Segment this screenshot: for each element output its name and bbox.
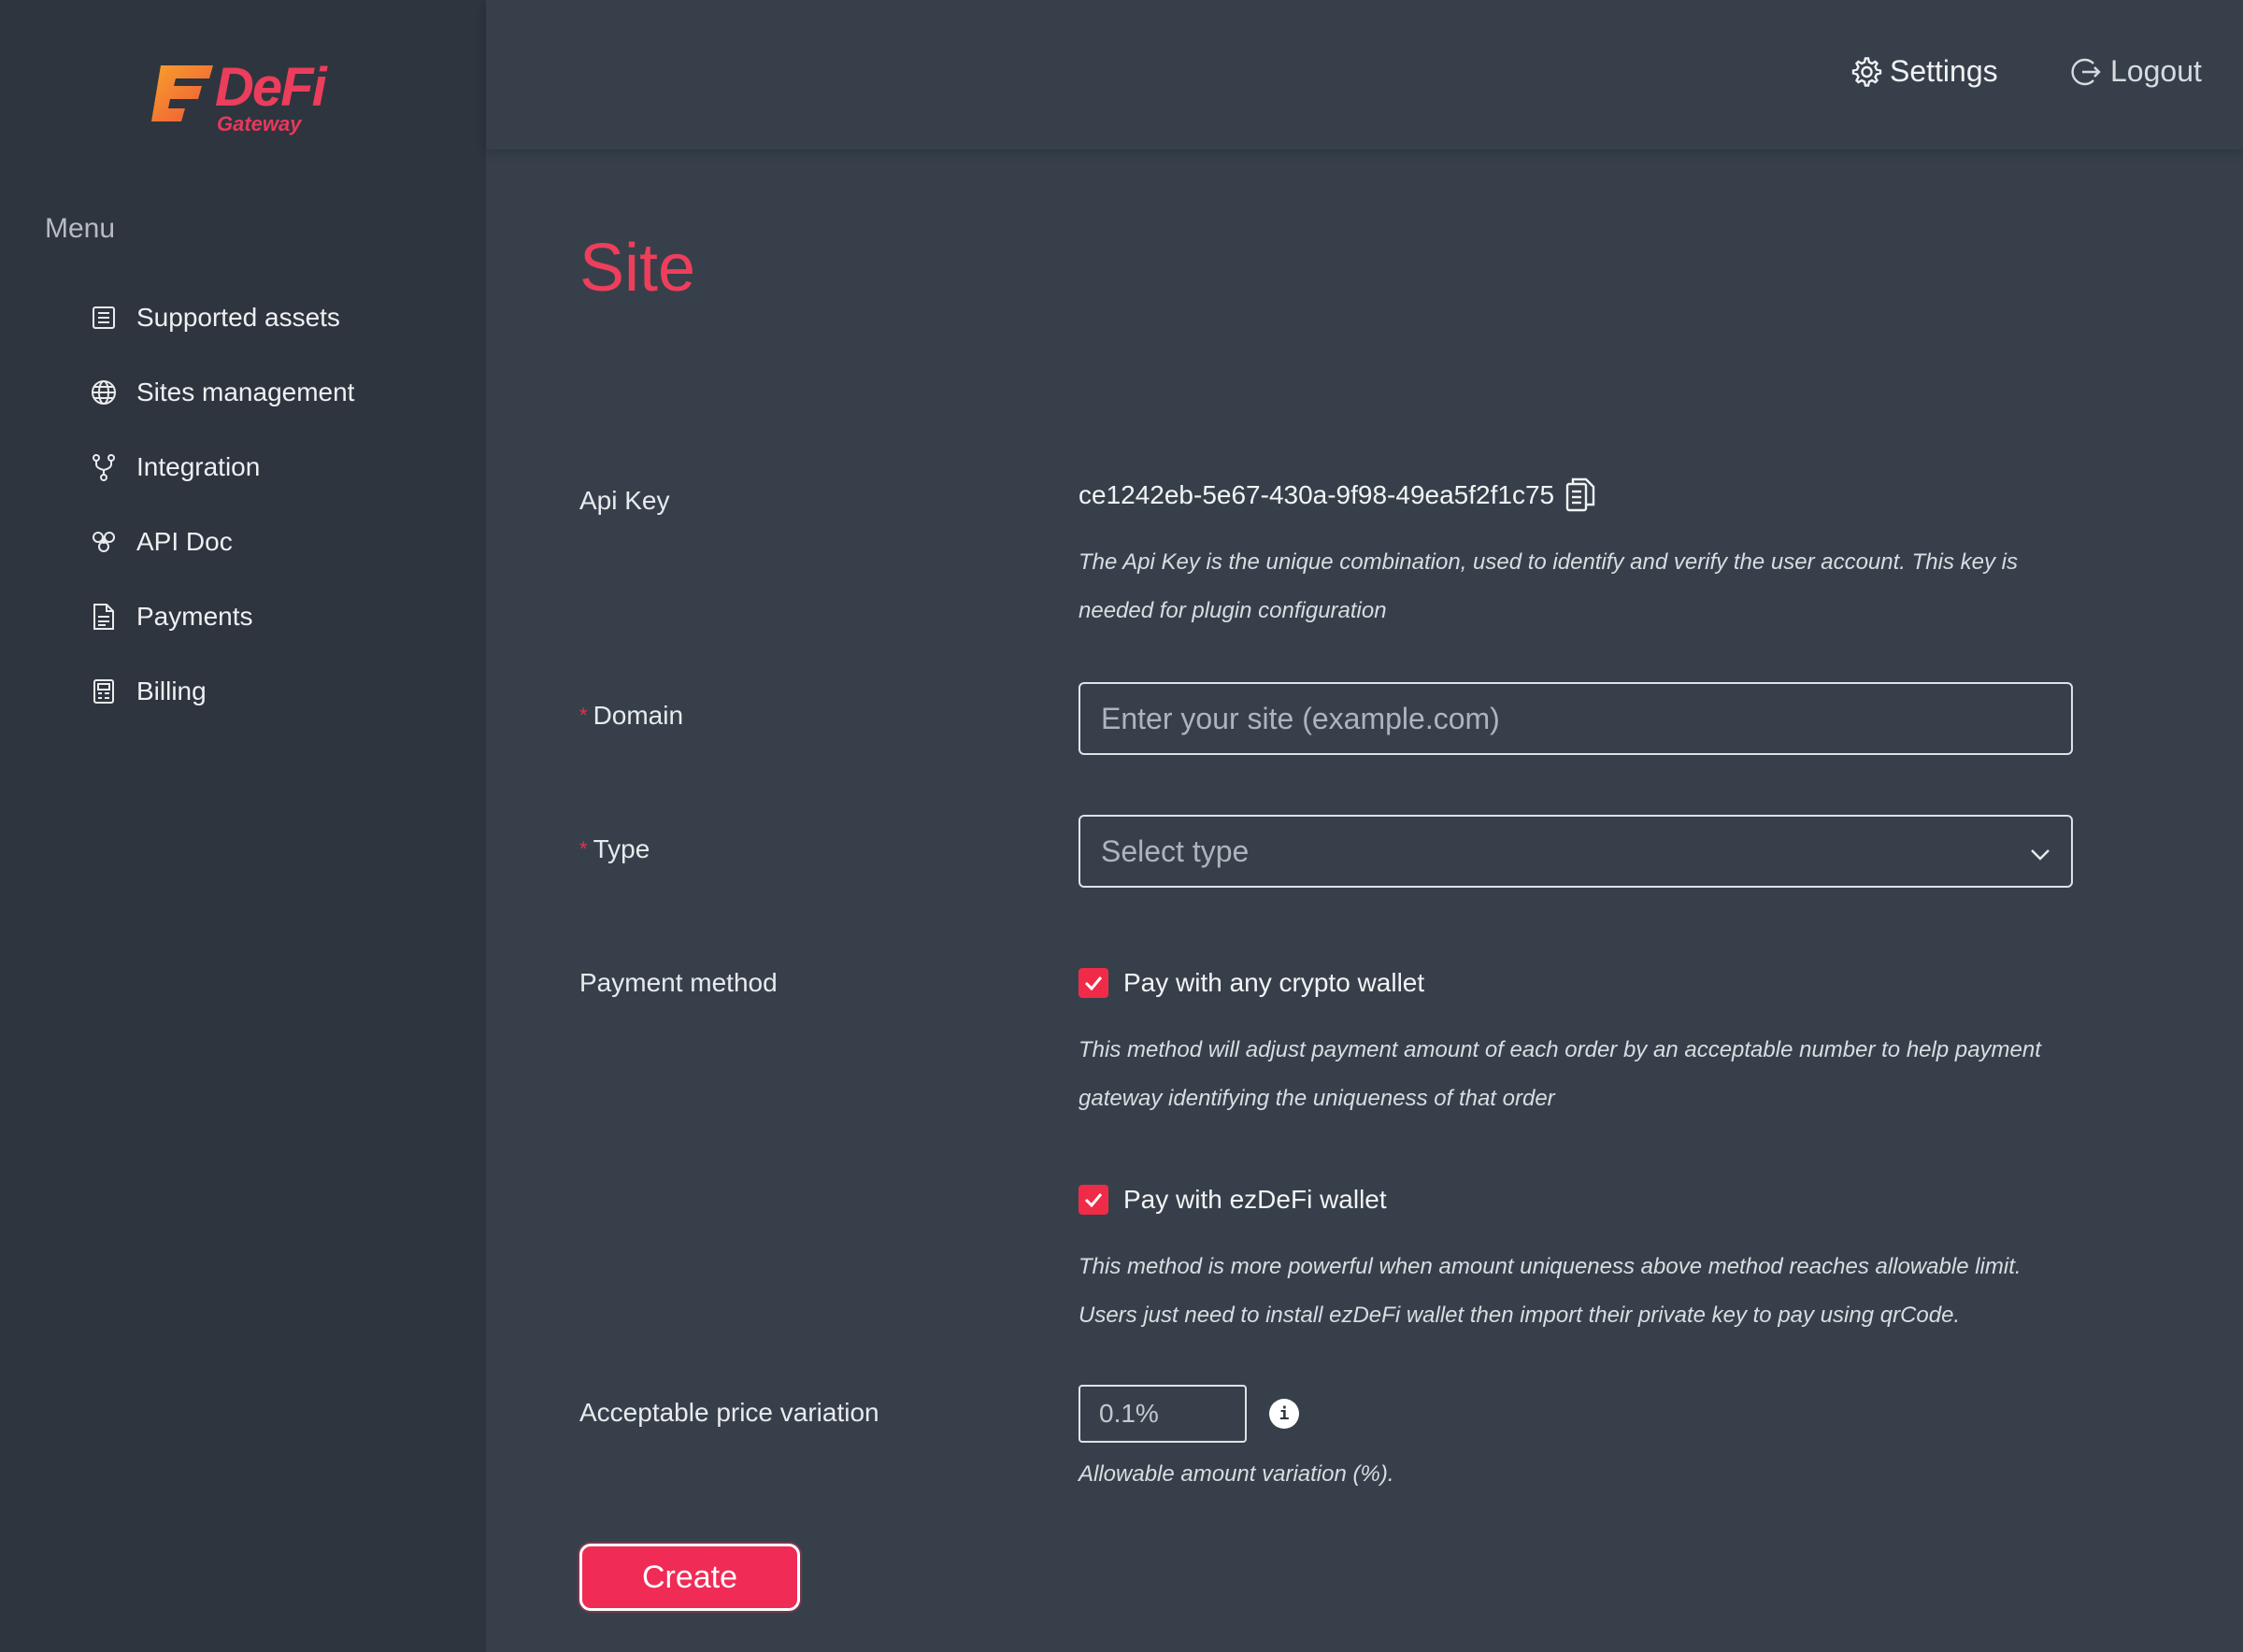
sidebar: DeFi Gateway ez Menu Supported assets	[0, 0, 486, 1652]
info-icon[interactable]: i	[1269, 1399, 1299, 1429]
sidebar-item-label: Supported assets	[136, 303, 340, 332]
sidebar-item-label: Billing	[136, 676, 207, 705]
sidebar-item-sites-management[interactable]: Sites management	[90, 355, 354, 430]
sidebar-item-billing[interactable]: Billing	[90, 654, 354, 729]
type-label: * Type	[579, 834, 650, 864]
globe-icon	[90, 378, 118, 406]
type-label-text: Type	[593, 834, 650, 863]
chevron-down-icon	[2030, 834, 2050, 869]
api-key-label: Api Key	[579, 486, 670, 515]
settings-link[interactable]: Settings	[1850, 54, 1998, 89]
payment-method-label: Payment method	[579, 968, 778, 997]
api-key-value: ce1242eb-5e67-430a-9f98-49ea5f2f1c75	[1079, 480, 1555, 509]
logout-icon	[2071, 56, 2103, 88]
logout-link[interactable]: Logout	[2071, 54, 2202, 89]
domain-field-wrap	[1079, 682, 2073, 755]
pay-any-wallet-help: This method will adjust payment amount o…	[1079, 1037, 2041, 1111]
sidebar-item-api-doc[interactable]: API Doc	[90, 505, 354, 579]
sidebar-item-label: Sites management	[136, 377, 355, 406]
sidebar-item-integration[interactable]: Integration	[90, 430, 354, 505]
settings-label: Settings	[1890, 54, 1998, 88]
price-variation-field-wrap: i	[1079, 1385, 1299, 1443]
menu-heading: Menu	[45, 213, 116, 244]
required-mark: *	[579, 837, 588, 861]
fork-icon	[90, 453, 118, 481]
type-field-wrap: Select type	[1079, 815, 2073, 888]
pay-ezdefi-wallet-checkbox[interactable]: Pay with ezDeFi wallet	[1079, 1185, 1387, 1215]
checkbox-checked-icon[interactable]	[1079, 968, 1108, 998]
domain-input[interactable]	[1079, 682, 2073, 755]
ezdefi-logo[interactable]: DeFi Gateway ez	[148, 57, 344, 142]
domain-label-text: Domain	[593, 701, 684, 730]
price-variation-input[interactable]	[1079, 1385, 1247, 1443]
required-mark: *	[579, 704, 588, 727]
pay-ezdefi-wallet-label: Pay with ezDeFi wallet	[1123, 1185, 1387, 1214]
sidebar-item-supported-assets[interactable]: Supported assets	[90, 280, 354, 355]
domain-label: * Domain	[579, 701, 683, 731]
document-icon	[90, 603, 118, 631]
sidebar-item-label: Integration	[136, 452, 261, 481]
sidebar-item-payments[interactable]: Payments	[90, 579, 354, 654]
copy-icon[interactable]	[1565, 477, 1595, 514]
logout-label: Logout	[2110, 54, 2202, 88]
pay-ezdefi-wallet-help: This method is more powerful when amount…	[1079, 1254, 2022, 1328]
type-select[interactable]: Select type	[1079, 815, 2073, 888]
api-icon	[90, 528, 118, 556]
price-variation-help: Allowable amount variation (%).	[1079, 1461, 1394, 1487]
sidebar-item-label: Payments	[136, 602, 253, 631]
create-button[interactable]: Create	[579, 1544, 800, 1611]
list-icon	[90, 304, 118, 332]
pay-any-wallet-label: Pay with any crypto wallet	[1123, 968, 1425, 997]
type-select-placeholder: Select type	[1101, 833, 1250, 868]
sidebar-menu: Supported assets Sites management Integr…	[90, 280, 354, 729]
checkbox-checked-icon[interactable]	[1079, 1185, 1108, 1215]
api-key-help: The Api Key is the unique combination, u…	[1079, 549, 2018, 623]
pay-any-wallet-checkbox[interactable]: Pay with any crypto wallet	[1079, 968, 1424, 998]
logo-wordmark: DeFi	[215, 57, 327, 118]
receipt-icon	[90, 677, 118, 705]
top-header: Settings Logout	[486, 0, 2243, 150]
price-variation-label: Acceptable price variation	[579, 1398, 879, 1427]
gear-icon	[1850, 56, 1882, 88]
page-title: Site	[579, 231, 696, 306]
sidebar-item-label: API Doc	[136, 527, 233, 556]
logo-subtitle: Gateway	[217, 112, 302, 135]
api-key-row: ce1242eb-5e67-430a-9f98-49ea5f2f1c75	[1079, 477, 1595, 514]
